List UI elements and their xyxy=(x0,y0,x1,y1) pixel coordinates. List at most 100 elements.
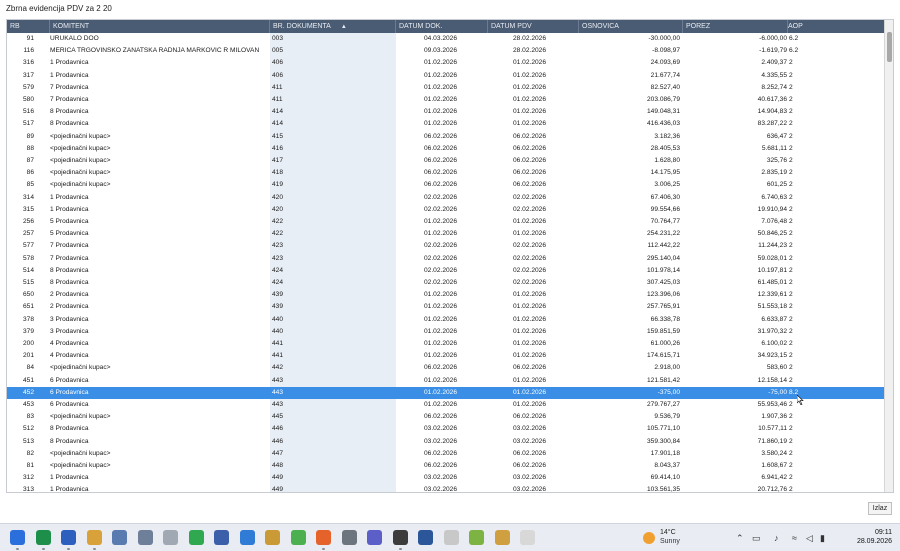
weather-sun-icon[interactable] xyxy=(643,532,655,544)
table-row[interactable]: 86 <pojedinačni kupac> 418 06.02.2026 06.02.… xyxy=(7,167,885,180)
col-header-datum-dok[interactable]: DATUM DOK. xyxy=(396,20,488,33)
start-icon[interactable] xyxy=(10,530,25,550)
table-row[interactable]: 512 8 Prodavnica 446 03.02.2026 03.02.2026 10… xyxy=(7,423,885,436)
table-row[interactable]: 83 <pojedinačni kupac> 445 06.02.2026 06.02.… xyxy=(7,411,885,424)
wifi-icon[interactable]: ≈ xyxy=(792,533,797,543)
table-row[interactable]: 650 2 Prodavnica 439 01.02.2026 01.02.2026 12… xyxy=(7,289,885,302)
cell-datum-dok: 01.02.2026 xyxy=(424,108,458,116)
cell-br-dokumenta: 443 xyxy=(272,401,284,408)
cell-aop: 2 xyxy=(789,279,793,286)
table-row[interactable]: 84 <pojedinačni kupac> 442 06.02.2026 06.02.… xyxy=(7,362,885,375)
table-row[interactable]: 378 3 Prodavnica 440 01.02.2026 01.02.2026 66… xyxy=(7,313,885,326)
table-row[interactable]: 651 2 Prodavnica 439 01.02.2026 01.02.2026 25… xyxy=(7,301,885,314)
chevron-up-icon[interactable]: ⌃ xyxy=(736,533,744,544)
cell-datum-pdv: 02.02.2026 xyxy=(513,193,547,201)
note-icon[interactable] xyxy=(163,530,178,545)
close-button[interactable]: Izlaz xyxy=(868,502,892,515)
table-row[interactable]: 256 5 Prodavnica 422 01.02.2026 01.02.2026 70… xyxy=(7,216,885,229)
cell-datum-pdv: 06.02.2026 xyxy=(513,462,547,469)
microphone-icon[interactable]: ♪ xyxy=(774,533,779,543)
cell-datum-pdv: 01.02.2026 xyxy=(513,120,547,128)
cell-komitent: 7 Prodavnica xyxy=(50,242,89,250)
battery-icon[interactable]: ▮ xyxy=(820,533,825,544)
cell-datum-pdv: 01.02.2026 xyxy=(513,71,547,79)
app-tray-icon[interactable]: ▭ xyxy=(752,533,761,544)
col-header-rb[interactable]: RB xyxy=(7,20,50,33)
pdf-icon[interactable] xyxy=(443,530,459,545)
notepad-icon[interactable] xyxy=(520,530,535,545)
green-doc-icon[interactable] xyxy=(188,530,204,545)
col-header-aop[interactable]: AOP xyxy=(788,20,885,33)
table-row[interactable]: 514 8 Prodavnica 424 02.02.2026 02.02.2026 10… xyxy=(7,264,885,277)
weather-description[interactable]: Sunny xyxy=(660,538,680,545)
word-icon[interactable] xyxy=(418,530,433,545)
folder2-icon[interactable] xyxy=(265,530,280,545)
table-row[interactable]: 379 3 Prodavnica 440 01.02.2026 01.02.2026 15… xyxy=(7,325,885,338)
table-row[interactable]: 87 <pojedinačni kupac> 417 06.02.2026 06.02.… xyxy=(7,155,885,168)
cell-porez: 6.740,63 xyxy=(761,193,787,201)
cell-porez: 6.941,42 xyxy=(761,474,787,482)
tools-icon[interactable] xyxy=(341,530,357,545)
save-icon[interactable] xyxy=(61,530,76,550)
table-row[interactable]: 453 6 Prodavnica 443 01.02.2026 01.02.2026 27… xyxy=(7,399,885,412)
table-row[interactable]: 257 5 Prodavnica 422 01.02.2026 01.02.2026 25… xyxy=(7,228,885,241)
table-row[interactable]: 89 <pojedinačni kupac> 415 06.02.2026 06.02.… xyxy=(7,130,885,143)
col-header-komitent[interactable]: KOMITENT xyxy=(50,20,270,33)
database-icon[interactable] xyxy=(112,530,127,545)
table-row[interactable]: 513 8 Prodavnica 446 03.02.2026 03.02.2026 35… xyxy=(7,435,885,448)
cell-aop: 2 xyxy=(789,144,793,152)
excel-icon[interactable] xyxy=(35,530,51,550)
table-row[interactable]: 577 7 Prodavnica 423 02.02.2026 02.02.2026 11… xyxy=(7,240,885,253)
cell-br-dokumenta: 449 xyxy=(272,486,284,493)
col-header-datum-pdv[interactable]: DATUM PDV xyxy=(488,20,579,33)
table-row[interactable]: 81 <pojedinačni kupac> 448 06.02.2026 06.02.… xyxy=(7,460,885,473)
col-header-br-dokumenta[interactable]: BR. DOKUMENTA ▲ xyxy=(270,20,396,33)
table-row[interactable]: 85 <pojedinačni kupac> 419 06.02.2026 06.02.… xyxy=(7,179,885,192)
col-header-osnovica[interactable]: OSNOVICA xyxy=(579,20,683,33)
download-icon[interactable] xyxy=(469,530,484,545)
col-header-porez[interactable]: POREZ xyxy=(683,20,788,33)
table-row[interactable]: 517 8 Prodavnica 414 01.02.2026 01.02.2026 41… xyxy=(7,118,885,131)
cell-aop: 2 xyxy=(789,83,793,91)
table-row[interactable]: 316 1 Prodavnica 406 01.02.2026 01.02.2026 24… xyxy=(7,57,885,70)
cell-aop: 2 xyxy=(789,474,793,482)
cell-br-dokumenta: 440 xyxy=(272,327,284,335)
table-row[interactable]: 312 1 Prodavnica 449 03.02.2026 03.02.2026 69… xyxy=(7,472,885,485)
clock-time[interactable]: 09:11 xyxy=(856,529,892,536)
file-manager-icon[interactable] xyxy=(494,530,510,545)
table-row[interactable]: 516 8 Prodavnica 414 01.02.2026 01.02.2026 14… xyxy=(7,106,885,119)
clock-date[interactable]: 28.09.2026 xyxy=(840,538,892,545)
folder-icon[interactable] xyxy=(86,530,102,550)
table-row[interactable]: 200 4 Prodavnica 441 01.02.2026 01.02.2026 61… xyxy=(7,338,885,351)
table-row[interactable]: 515 8 Prodavnica 424 02.02.2026 02.02.2026 30… xyxy=(7,277,885,290)
chat-icon[interactable] xyxy=(290,530,306,545)
firefox-icon[interactable] xyxy=(316,530,331,550)
table-row[interactable]: 116 MERICA TRGOVINSKO ZANATSKA RADNJA MAR… xyxy=(7,45,885,58)
cell-osnovica: 1.628,80 xyxy=(654,157,680,164)
chart-icon[interactable] xyxy=(239,530,255,545)
vertical-scrollbar[interactable] xyxy=(884,20,893,492)
person-icon[interactable] xyxy=(214,530,229,545)
chrome-icon[interactable] xyxy=(392,530,408,550)
weather-temperature[interactable]: 14°C xyxy=(660,529,676,536)
pdv-grid[interactable]: RB KOMITENT BR. DOKUMENTA ▲ DATUM DOK. DA… xyxy=(6,19,894,493)
cell-porez: 8.252,74 xyxy=(761,83,787,91)
table-row[interactable]: 201 4 Prodavnica 441 01.02.2026 01.02.2026 17… xyxy=(7,350,885,363)
window-icon[interactable] xyxy=(137,530,153,545)
table-row[interactable]: 82 <pojedinačni kupac> 447 06.02.2026 06.02.… xyxy=(7,447,885,460)
table-row[interactable]: 315 1 Prodavnica 420 02.02.2026 02.02.2026 99… xyxy=(7,203,885,216)
table-row[interactable]: 580 7 Prodavnica 411 01.02.2026 01.02.2026 20… xyxy=(7,94,885,107)
table-row[interactable]: 578 7 Prodavnica 423 02.02.2026 02.02.2026 29… xyxy=(7,252,885,265)
table-row-selected[interactable]: 452 6 Prodavnica 443 01.02.2026 01.02.2026 -3… xyxy=(7,386,885,399)
volume-icon[interactable]: ◁ xyxy=(806,533,813,544)
table-row[interactable]: 317 1 Prodavnica 406 01.02.2026 01.02.2026 21… xyxy=(7,69,885,82)
scrollbar-thumb[interactable] xyxy=(887,32,892,62)
table-row[interactable]: 579 7 Prodavnica 411 01.02.2026 01.02.2026 82… xyxy=(7,81,885,94)
table-row[interactable]: 91 URUKALO DOO 003 04.03.2026 28.02.2026 -30.… xyxy=(7,33,885,46)
table-row[interactable]: 88 <pojedinačni kupac> 416 06.02.2026 06.02.… xyxy=(7,142,885,155)
cell-osnovica: 416.436,03 xyxy=(646,120,680,128)
teams-icon[interactable] xyxy=(367,530,382,545)
table-row[interactable]: 313 1 Prodavnica 449 03.02.2026 03.02.2026 10… xyxy=(7,484,885,493)
table-row[interactable]: 314 1 Prodavnica 420 02.02.2026 02.02.2026 67… xyxy=(7,191,885,204)
table-row[interactable]: 451 6 Prodavnica 443 01.02.2026 01.02.2026 12… xyxy=(7,374,885,387)
